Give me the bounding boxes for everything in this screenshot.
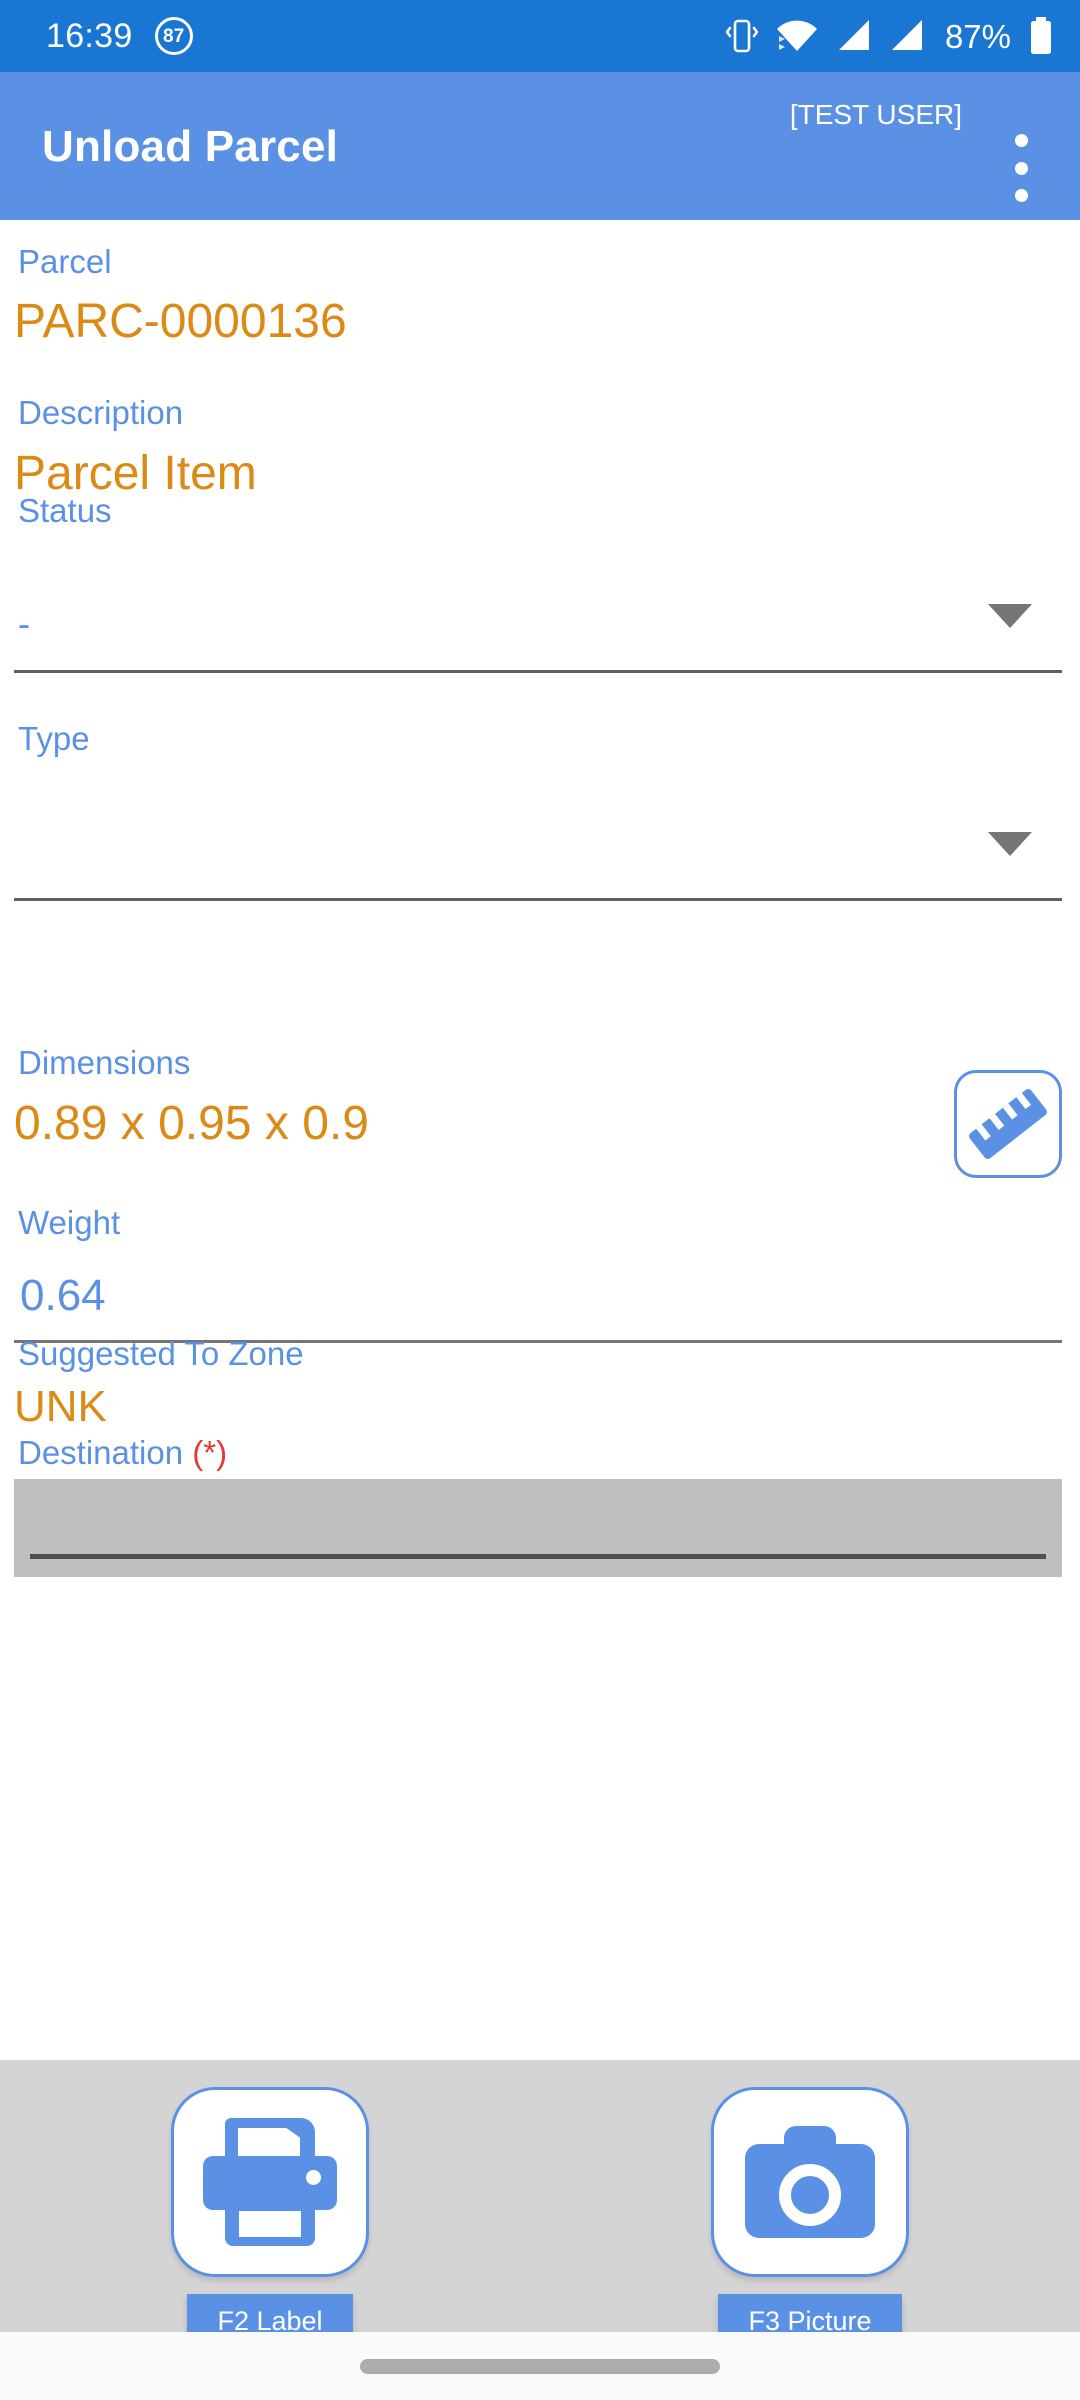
suggested-to-zone-label: Suggested To Zone bbox=[18, 1335, 304, 1372]
overflow-menu-icon[interactable] bbox=[994, 130, 1048, 206]
type-field: Type bbox=[14, 720, 1062, 901]
destination-input[interactable] bbox=[14, 1479, 1062, 1577]
print-label-button[interactable] bbox=[171, 2087, 369, 2277]
dimensions-value: 0.89 x 0.95 x 0.9 bbox=[14, 1097, 369, 1150]
ruler-icon bbox=[967, 1087, 1049, 1161]
camera-icon bbox=[745, 2126, 875, 2238]
type-dropdown[interactable] bbox=[14, 773, 1062, 901]
parcel-value: PARC-0000136 bbox=[14, 295, 347, 348]
destination-label-text: Destination bbox=[18, 1434, 184, 1471]
picture-action[interactable]: F3 Picture bbox=[640, 2060, 980, 2349]
wifi-icon bbox=[776, 17, 818, 55]
status-bar-left: 16:39 87 bbox=[46, 17, 193, 55]
parcel-label: Parcel bbox=[18, 243, 112, 280]
status-value: - bbox=[18, 603, 30, 644]
chevron-down-icon[interactable] bbox=[988, 604, 1032, 628]
destination-underline bbox=[30, 1554, 1046, 1559]
battery-percent-label: 87% bbox=[944, 17, 1011, 55]
bottom-action-bar: F2 Label F3 Picture bbox=[0, 2060, 1080, 2349]
label-action[interactable]: F2 Label bbox=[100, 2060, 440, 2349]
clock: 16:39 bbox=[46, 17, 133, 55]
status-label: Status bbox=[18, 492, 112, 529]
dimensions-label: Dimensions bbox=[18, 1044, 191, 1081]
description-label: Description bbox=[18, 394, 184, 431]
required-marker: (*) bbox=[192, 1434, 228, 1471]
app-bar: Unload Parcel [TEST USER] bbox=[0, 72, 1080, 220]
printer-icon bbox=[203, 2118, 337, 2246]
system-navigation-bar bbox=[0, 2332, 1080, 2400]
take-picture-button[interactable] bbox=[711, 2087, 909, 2277]
vibrate-icon bbox=[725, 17, 759, 55]
suggested-to-zone-value: UNK bbox=[14, 1382, 107, 1431]
battery-badge-icon: 87 bbox=[154, 17, 193, 55]
signal-icon bbox=[888, 18, 924, 54]
gesture-pill[interactable] bbox=[360, 2358, 720, 2374]
form-content: Parcel PARC-0000136 Description Parcel I… bbox=[0, 220, 1080, 2060]
current-user-label: [TEST USER] bbox=[789, 99, 962, 130]
weight-label: Weight bbox=[18, 1204, 121, 1241]
weight-input[interactable]: 0.64 bbox=[14, 1245, 1062, 1343]
signal-icon bbox=[835, 18, 871, 54]
status-dropdown[interactable]: - bbox=[14, 545, 1062, 673]
phone-screen: 16:39 87 87% Unload Parcel [TEST USER] P… bbox=[0, 0, 1080, 2400]
weight-value: 0.64 bbox=[20, 1271, 106, 1320]
status-bar: 16:39 87 87% bbox=[0, 0, 1080, 72]
status-bar-right: 87% bbox=[725, 16, 1054, 56]
battery-icon bbox=[1028, 16, 1054, 56]
chevron-down-icon[interactable] bbox=[988, 832, 1032, 856]
page-title: Unload Parcel bbox=[42, 122, 339, 171]
measure-dimensions-button[interactable] bbox=[954, 1070, 1062, 1178]
status-field: Status - bbox=[14, 492, 1062, 673]
type-label: Type bbox=[18, 720, 90, 757]
destination-label: Destination (*) bbox=[18, 1434, 228, 1471]
